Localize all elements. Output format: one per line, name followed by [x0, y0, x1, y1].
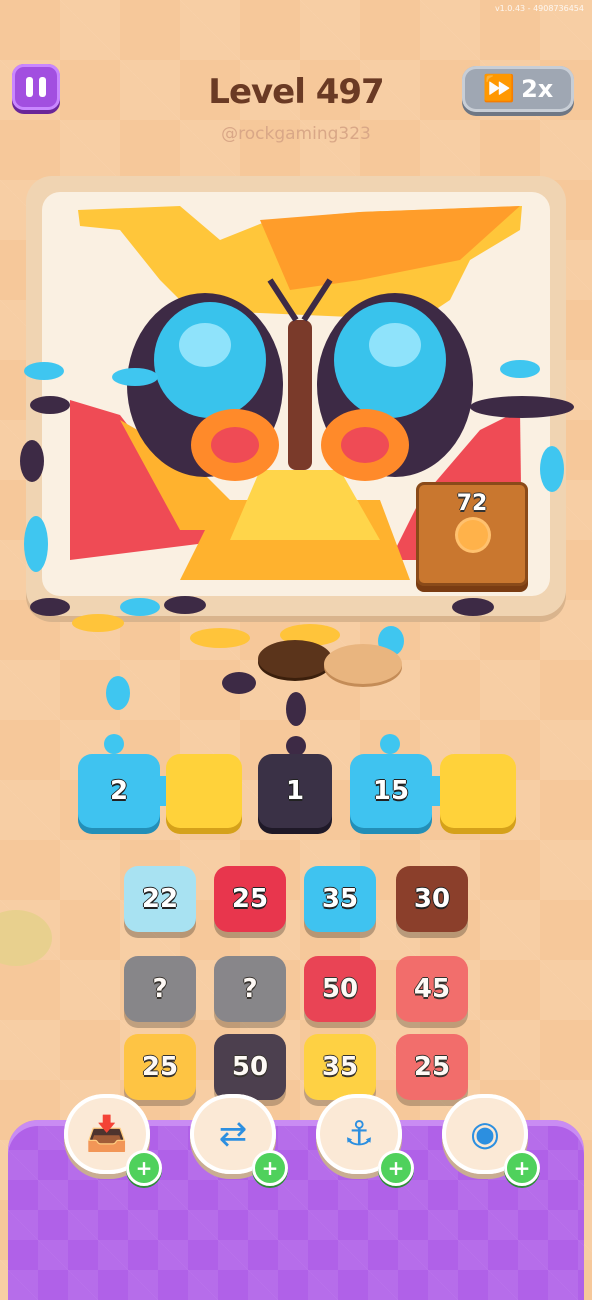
queue-tile[interactable]: 15 — [350, 754, 432, 828]
grid-tile-count: 25 — [231, 884, 269, 914]
ant-dark — [30, 598, 70, 616]
grid-tile-count: 35 — [321, 884, 359, 914]
hose-icon: ◉ — [470, 1114, 500, 1154]
grid-tile[interactable]: 50 — [304, 956, 376, 1022]
queue-tile[interactable] — [440, 754, 516, 828]
ant-blue — [104, 734, 124, 754]
ant-blue — [380, 734, 400, 754]
grid-tile[interactable]: 22 — [124, 866, 196, 932]
ant-blue — [540, 446, 564, 492]
ant-blue — [112, 368, 158, 386]
ant-blue — [120, 598, 160, 616]
grid-tile-count: 45 — [413, 974, 451, 1004]
queue-tile[interactable]: 2 — [78, 754, 160, 828]
grid-tile-count: 22 — [141, 884, 179, 914]
reward-chest[interactable]: 72 — [416, 482, 528, 586]
grid-tile[interactable]: 50 — [214, 1034, 286, 1100]
grid-tile[interactable]: 35 — [304, 866, 376, 932]
ant-blue-yellow — [24, 516, 48, 572]
ant-blue — [500, 360, 540, 378]
plus-icon[interactable]: + — [504, 1150, 540, 1186]
grid-tile[interactable]: 25 — [214, 866, 286, 932]
grid-tile[interactable]: 35 — [304, 1034, 376, 1100]
plus-icon[interactable]: + — [252, 1150, 288, 1186]
mystery-tile[interactable]: ? — [124, 956, 196, 1022]
grid-tile-count: 25 — [141, 1052, 179, 1082]
center-yellow — [230, 470, 380, 540]
ant-dark — [286, 736, 306, 756]
leaf-decoration — [0, 910, 52, 966]
grid-tile-count: ? — [152, 974, 168, 1004]
shuffle-arrows-icon: ⇄ — [218, 1114, 248, 1154]
butterfly-body — [288, 320, 312, 470]
grid-tile-count: 35 — [321, 1052, 359, 1082]
grid-tile[interactable]: 30 — [396, 866, 468, 932]
fast-forward-icon: ⏩ — [482, 74, 516, 104]
grid-tile[interactable]: 25 — [396, 1034, 468, 1100]
grid-tile[interactable]: 25 — [124, 1034, 196, 1100]
queue-tile-count: 1 — [285, 776, 305, 806]
left-lower-spot — [211, 427, 259, 463]
grid-tile-count: 50 — [321, 974, 359, 1004]
grid-tile-count: 30 — [413, 884, 451, 914]
mystery-tile[interactable]: ? — [214, 956, 286, 1022]
claw-magnet-icon: ⚓ — [343, 1114, 375, 1154]
ant-dark — [452, 598, 494, 616]
left-wing-highlight — [179, 323, 231, 367]
queue-tile-count: 15 — [372, 776, 410, 806]
ant-dark — [30, 396, 70, 414]
ant-dark — [286, 692, 306, 726]
grid-tile[interactable]: 45 — [396, 956, 468, 1022]
chest-count: 72 — [456, 491, 488, 516]
tray-plus-icon: 📥 — [85, 1114, 129, 1154]
plus-icon[interactable]: + — [378, 1150, 414, 1186]
grid-tile-count: 25 — [413, 1052, 451, 1082]
cookie-food — [324, 644, 402, 684]
version-label: v1.0.43 - 4908736454 — [494, 4, 584, 13]
right-wing-highlight — [369, 323, 421, 367]
username-watermark: @rockgaming323 — [221, 124, 371, 144]
ant-yellow — [190, 628, 250, 648]
plus-icon[interactable]: + — [126, 1150, 162, 1186]
queue-tile-count: 2 — [109, 776, 129, 806]
speed-label: 2x — [521, 75, 554, 103]
ant-nest-hole — [258, 640, 332, 678]
ant-blue — [24, 362, 64, 380]
speed-button[interactable]: ⏩ 2x — [462, 66, 574, 112]
ant-blue — [106, 676, 130, 710]
ant-dark — [222, 672, 256, 694]
queue-tile[interactable] — [166, 754, 242, 828]
queue-tile[interactable]: 1 — [258, 754, 332, 828]
grid-tile-count: ? — [242, 974, 258, 1004]
ant-dark-line — [470, 396, 574, 418]
right-lower-spot — [341, 427, 389, 463]
ant-dark — [164, 596, 206, 614]
ant-dark — [20, 440, 44, 482]
chest-lock-icon — [455, 517, 491, 553]
grid-tile-count: 50 — [231, 1052, 269, 1082]
ant-yellow — [72, 614, 124, 632]
